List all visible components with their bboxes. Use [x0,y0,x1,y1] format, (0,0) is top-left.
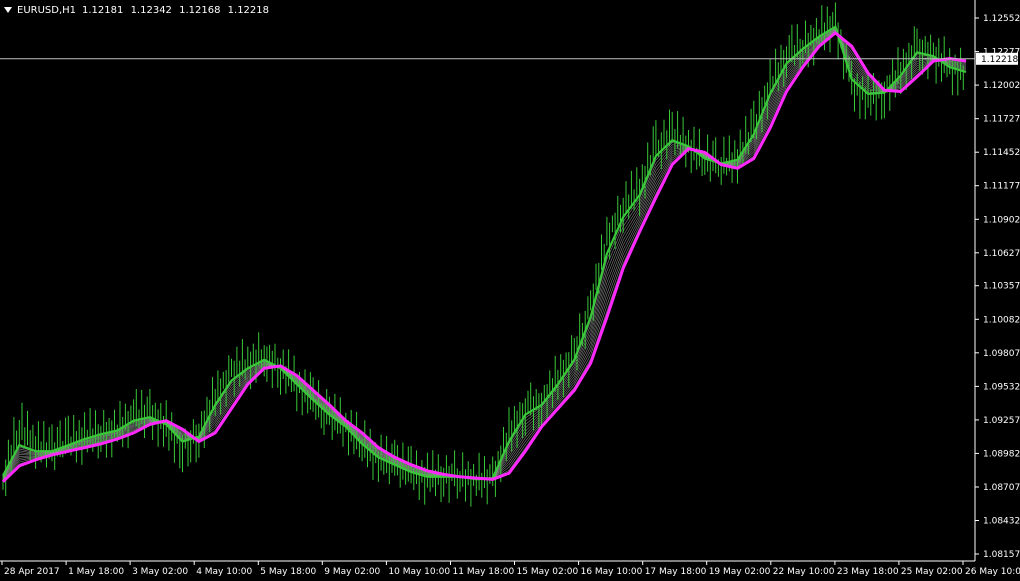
time-tick-label: 4 May 10:00 [196,567,252,577]
time-tick-label: 23 May 18:00 [837,567,899,577]
price-tick-label: 1.10357 [983,282,1020,292]
price-tick-label: 1.08982 [983,449,1020,459]
price-tick-label: 1.10627 [983,249,1020,259]
time-tick-label: 22 May 10:00 [773,567,835,577]
price-tick-label: 1.08157 [983,550,1020,560]
time-tick-label: 5 May 18:00 [260,567,316,577]
time-tick-label: 19 May 02:00 [709,567,771,577]
time-axis[interactable]: 28 Apr 2017 1 May 18:00 3 May 02:00 4 May 1… [0,560,1020,577]
time-tick-label: 15 May 02:00 [517,567,579,577]
time-tick-label: 16 May 10:00 [581,567,643,577]
time-tick-label: 26 May 10:00 [965,567,1020,577]
price-tick-label: 1.08707 [983,483,1020,493]
price-tick-label: 1.11177 [983,182,1020,192]
series-lines [1,2,967,507]
time-tick-label: 1 May 18:00 [68,567,124,577]
price-tick-label: 1.11452 [983,148,1020,158]
time-tick-label: 11 May 18:00 [453,567,515,577]
price-axis[interactable]: 1.125521.122771.120021.117271.114521.111… [0,0,1020,561]
price-tick-label: 1.10082 [983,315,1020,325]
price-tick-label: 1.10902 [983,215,1020,225]
current-price-label: 1.12218 [981,55,1018,65]
price-tick-label: 1.12552 [983,14,1020,24]
time-tick-label: 3 May 02:00 [132,567,188,577]
price-tick-label: 1.09532 [983,382,1020,392]
time-tick-label: 10 May 10:00 [388,567,450,577]
price-chart[interactable]: 1.125521.122771.120021.117271.114521.111… [0,0,1020,581]
price-tick-label: 1.09257 [983,416,1020,426]
price-tick-label: 1.09807 [983,349,1020,359]
price-tick-label: 1.08432 [983,517,1020,527]
time-tick-label: 25 May 02:00 [901,567,963,577]
price-tick-label: 1.11727 [983,115,1020,125]
time-tick-label: 28 Apr 2017 [4,567,60,577]
time-tick-label: 17 May 18:00 [645,567,707,577]
price-tick-label: 1.12002 [983,81,1020,91]
time-tick-label: 9 May 02:00 [324,567,380,577]
